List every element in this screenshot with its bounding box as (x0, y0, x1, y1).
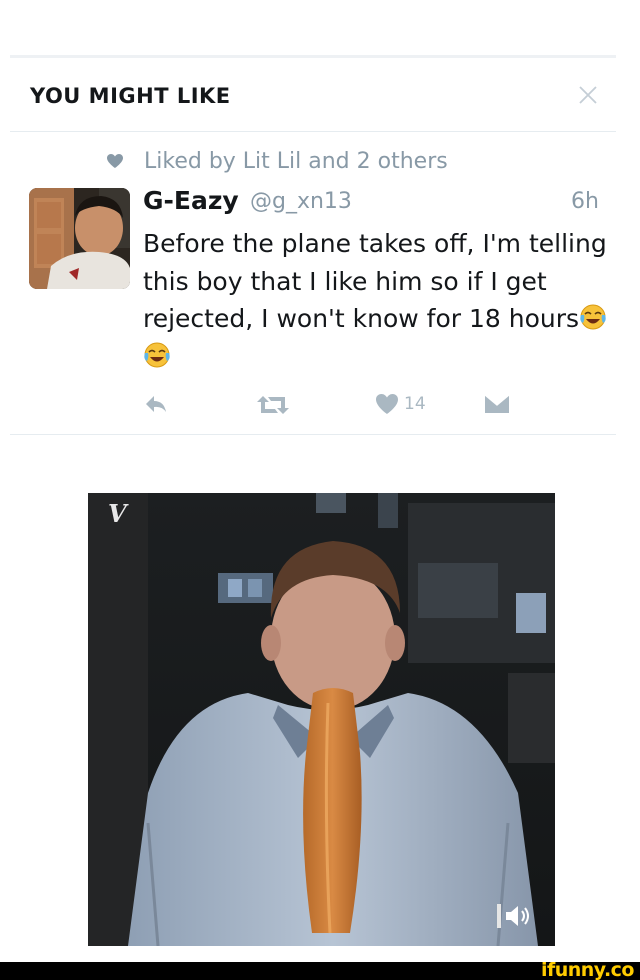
envelope-icon (484, 394, 510, 413)
tweet-header: G-Eazy @g_xn13 6h (143, 186, 599, 220)
you-might-like-header: YOU MIGHT LIKE (10, 58, 616, 132)
vine-video-player[interactable]: V (88, 493, 555, 946)
social-context: Liked by Lit Lil and 2 others (106, 147, 448, 175)
like-count: 14 (404, 394, 426, 414)
reply-icon (146, 396, 166, 412)
tweet-actions: 14 (0, 388, 640, 422)
heart-icon (376, 394, 398, 414)
social-context-text: Liked by Lit Lil and 2 others (144, 148, 448, 174)
retweet-icon (257, 396, 289, 414)
direct-message-button[interactable] (484, 394, 510, 414)
tweet-time[interactable]: 6h (571, 189, 599, 214)
volume-icon[interactable] (497, 902, 537, 930)
tears-of-joy-emoji-icon (580, 304, 606, 330)
tweet-body: Before the plane takes off, I'm telling … (143, 229, 607, 333)
tears-of-joy-emoji-icon (144, 342, 170, 367)
watermark-bar: ifunny.co (0, 959, 640, 980)
author-handle[interactable]: @g_xn13 (250, 189, 352, 214)
reply-button[interactable] (144, 394, 168, 414)
avatar-image (29, 188, 130, 289)
tweet-text: Before the plane takes off, I'm telling … (143, 225, 613, 375)
retweet-button[interactable] (257, 394, 289, 416)
avatar[interactable] (29, 188, 130, 289)
vine-logo[interactable]: V (108, 499, 127, 528)
tweet-divider (10, 434, 616, 435)
video-frame (88, 493, 555, 946)
author-name[interactable]: G-Eazy (143, 186, 239, 215)
like-button[interactable]: 14 (375, 393, 426, 415)
heart-icon (107, 154, 123, 168)
ifunny-watermark: ifunny.co (540, 959, 635, 980)
section-title: YOU MIGHT LIKE (30, 84, 231, 108)
close-icon[interactable] (576, 83, 600, 107)
